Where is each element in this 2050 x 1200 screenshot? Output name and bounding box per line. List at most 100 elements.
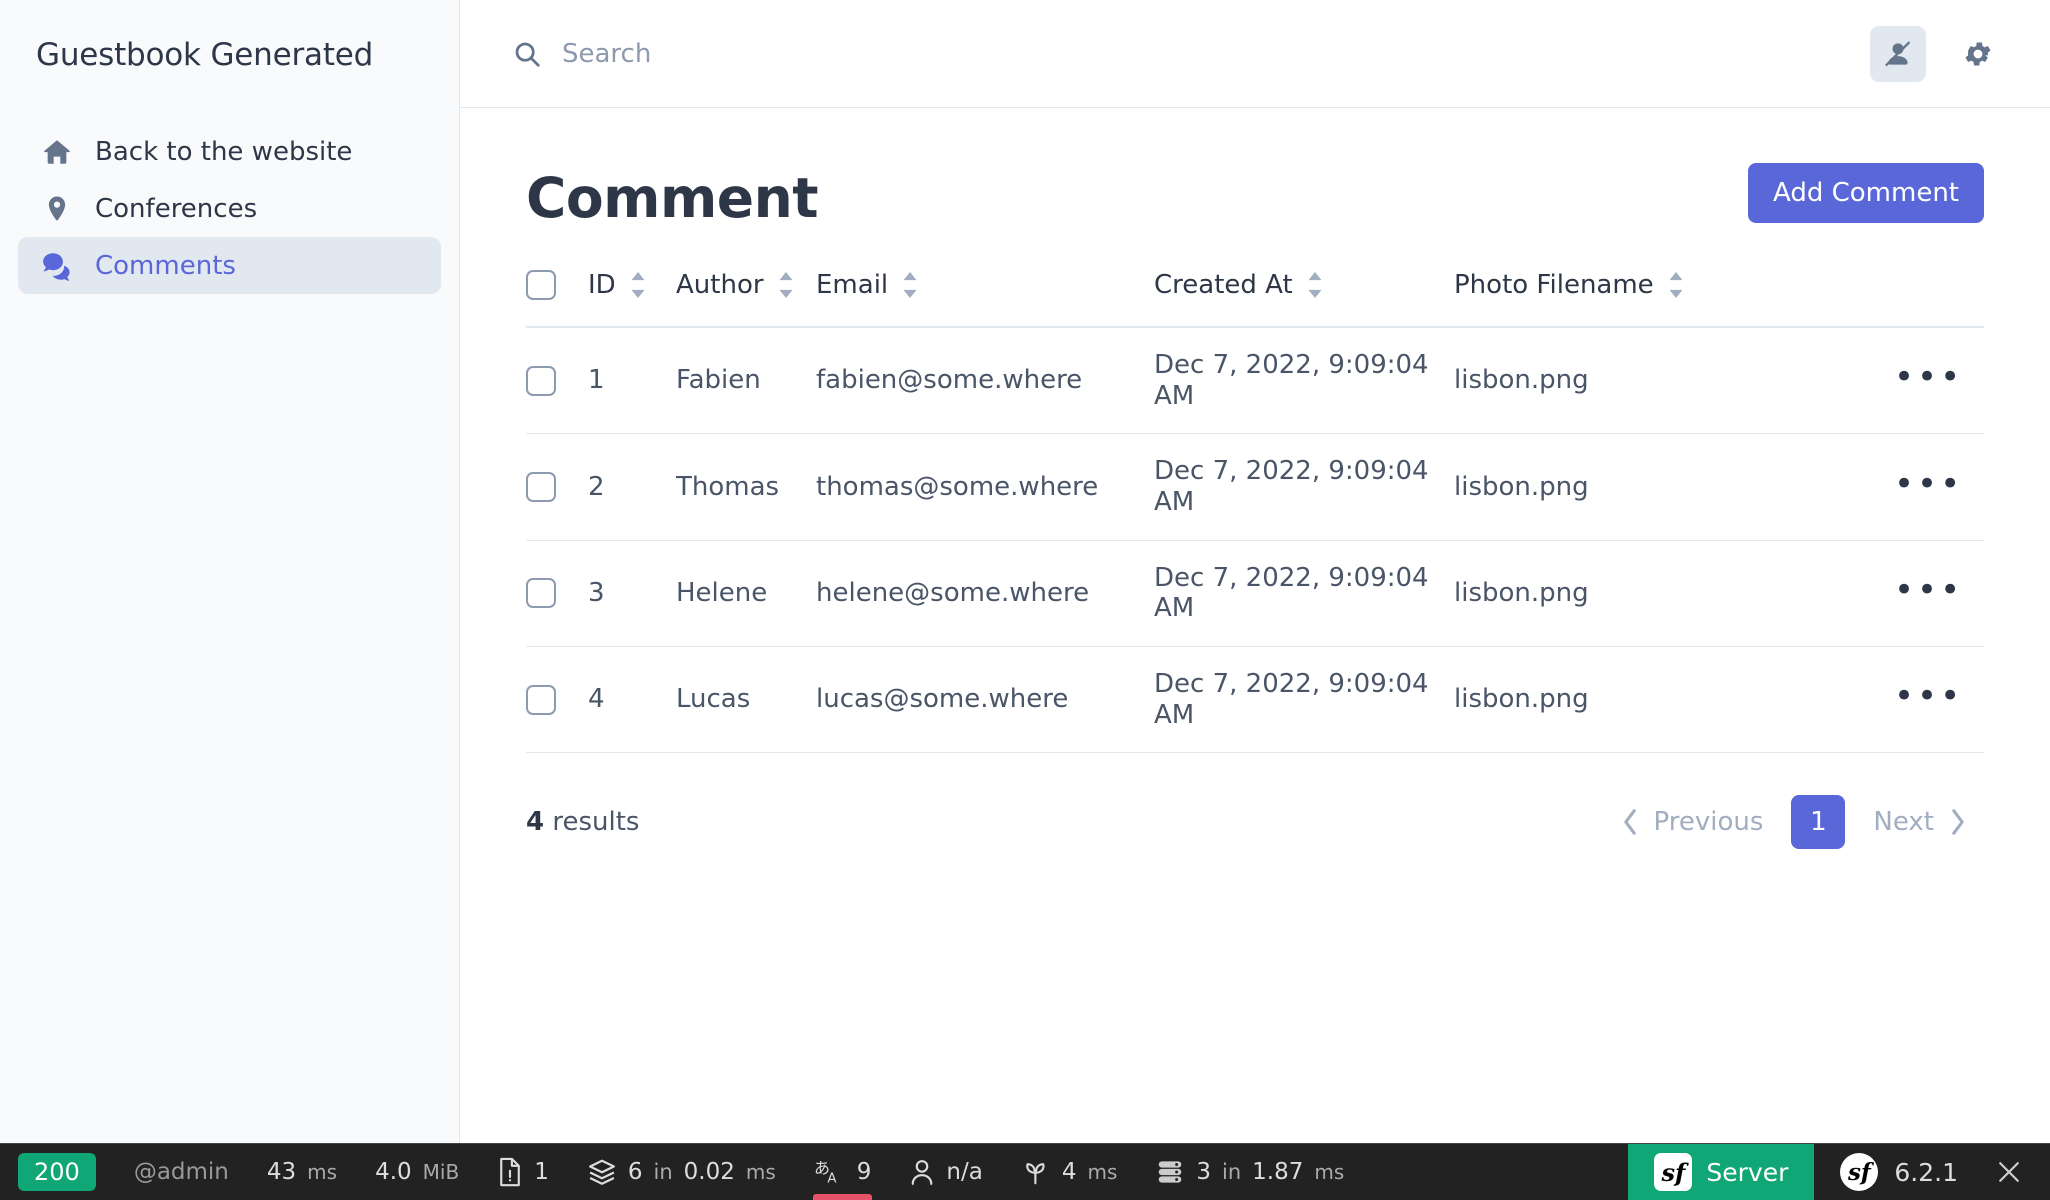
column-label: Author [676,270,764,300]
column-header-created-at[interactable]: Created At [1154,270,1454,327]
document-alert-icon [497,1157,523,1187]
row-checkbox[interactable] [526,365,556,396]
page-content: Comment Add Comment ID Author Email Crea… [460,108,2050,1143]
toolbar-time-item[interactable]: 43 ms [248,1144,356,1200]
user-slash-icon-button[interactable] [1870,25,1926,82]
add-comment-button[interactable]: Add Comment [1748,163,1984,223]
sidebar-item-conferences[interactable]: Conferences [18,180,441,237]
column-header-author[interactable]: Author [676,270,816,327]
symfony-logo-circle-icon: sf [1840,1153,1879,1191]
toolbar-security-item[interactable]: n/a [890,1144,1001,1200]
cell-email: thomas@some.where [816,471,1099,502]
cell-created-at: Dec 7, 2022, 9:09:04 AM [1154,456,1429,518]
table-header-row: ID Author Email Created At Photo Filenam… [526,270,1984,327]
table-row: 3 Helene helene@some.where Dec 7, 2022, … [526,540,1984,647]
column-label: Created At [1154,270,1293,300]
cell-actions: ••• [1894,327,1984,434]
table-body: 1 Fabien fabien@some.where Dec 7, 2022, … [526,327,1984,753]
table-row: 2 Thomas thomas@some.where Dec 7, 2022, … [526,434,1984,541]
topbar [460,0,2050,108]
next-page-button[interactable]: Next [1857,797,1984,847]
user-slash-icon [1882,38,1914,70]
toolbar-memory-item[interactable]: 4.0 MiB [356,1144,478,1200]
gear-icon-button[interactable] [1950,26,2006,82]
sort-icon[interactable] [1306,272,1324,298]
cell-author: Helene [676,578,768,609]
sidebar-item-comments[interactable]: Comments [18,237,441,294]
row-checkbox[interactable] [526,684,556,715]
comments-table: ID Author Email Created At Photo Filenam… [526,270,1984,753]
table-row: 4 Lucas lucas@some.where Dec 7, 2022, 9:… [526,647,1984,753]
toolbar-right-group: sf Server sf 6.2.1 [1628,1144,2050,1200]
toolbar-status-item[interactable]: 200 [0,1144,115,1200]
sidebar-item-label: Comments [95,250,236,281]
cache-count: 6 [627,1159,643,1185]
toolbar-logs-item[interactable]: 1 [478,1144,568,1200]
row-actions-menu-icon[interactable]: ••• [1894,467,1963,501]
page-number-1[interactable]: 1 [1791,795,1846,850]
server-label: Server [1706,1157,1789,1187]
svg-text:A: A [827,1172,836,1187]
symfony-version-item[interactable]: sf 6.2.1 [1814,1144,1984,1200]
column-header-photo-filename[interactable]: Photo Filename [1454,270,1894,327]
cell-actions: ••• [1894,434,1984,540]
cell-author: Fabien [676,365,761,396]
map-pin-icon [40,192,74,226]
previous-page-button[interactable]: Previous [1604,797,1780,847]
row-actions-menu-icon[interactable]: ••• [1894,573,1963,607]
cell-actions: ••• [1894,540,1984,646]
column-label: Photo Filename [1454,270,1654,300]
translation-alert-underline [812,1194,873,1200]
table-row: 1 Fabien fabien@some.where Dec 7, 2022, … [526,327,1984,434]
results-count: 4 results [526,807,639,837]
symfony-server-item[interactable]: sf Server [1628,1144,1815,1200]
version-label: 6.2.1 [1894,1157,1958,1187]
time-unit: ms [307,1160,338,1184]
toolbar-security-user-item[interactable]: @admin [115,1144,248,1200]
row-select-cell [526,434,588,540]
column-header-email[interactable]: Email [816,270,1154,327]
close-toolbar-button[interactable] [1984,1144,2050,1200]
db-count: 3 [1196,1159,1212,1185]
gear-icon [1962,38,1994,70]
toolbar-cache-item[interactable]: 6 in 0.02 ms [568,1144,795,1200]
column-header-id[interactable]: ID [588,270,676,327]
symfony-debug-toolbar: 200 @admin 43 ms 4.0 MiB 1 6 in 0.02 ms … [0,1143,2050,1200]
sort-icon[interactable] [777,272,795,298]
sidebar: Guestbook Generated Back to the website … [0,0,460,1143]
row-checkbox[interactable] [526,578,556,609]
results-number: 4 [526,807,545,838]
row-select-cell [526,540,588,646]
toolbar-twig-item[interactable]: 4 ms [1002,1144,1137,1200]
home-icon [40,135,74,169]
cell-actions: ••• [1894,647,1984,753]
cell-photo-filename: lisbon.png [1454,365,1589,396]
search-bar[interactable] [460,0,1870,107]
cell-id: 4 [588,684,605,715]
sidebar-item-label: Conferences [95,193,258,224]
sidebar-nav: Back to the website Conferences Comments [0,123,459,294]
cell-created-at: Dec 7, 2022, 9:09:04 AM [1154,669,1429,730]
search-input[interactable] [562,28,1262,79]
sidebar-item-back-to-the-website[interactable]: Back to the website [18,123,441,180]
cell-author: Thomas [676,471,780,502]
main-area: Comment Add Comment ID [460,0,2050,1143]
close-icon [1994,1157,2024,1187]
row-actions-menu-icon[interactable]: ••• [1894,360,1963,394]
select-all-cell [526,270,588,327]
sort-icon[interactable] [901,272,919,298]
row-actions-menu-icon[interactable]: ••• [1894,679,1963,713]
page-title: Comment [526,166,819,230]
results-label: results [552,807,640,838]
toolbar-translation-item[interactable]: あ A 9 [795,1144,891,1200]
cell-photo-filename: lisbon.png [1454,578,1589,609]
sort-icon[interactable] [1667,272,1685,298]
toolbar-left-group: 200 @admin 43 ms 4.0 MiB 1 6 in 0.02 ms … [0,1144,1628,1200]
row-checkbox[interactable] [526,472,556,503]
user-icon [909,1157,935,1187]
select-all-checkbox[interactable] [526,270,556,300]
translation-icon: あ A [814,1157,846,1187]
logs-count: 1 [534,1159,549,1185]
sort-icon[interactable] [629,272,647,298]
toolbar-database-item[interactable]: 3 in 1.87 ms [1136,1144,1363,1200]
